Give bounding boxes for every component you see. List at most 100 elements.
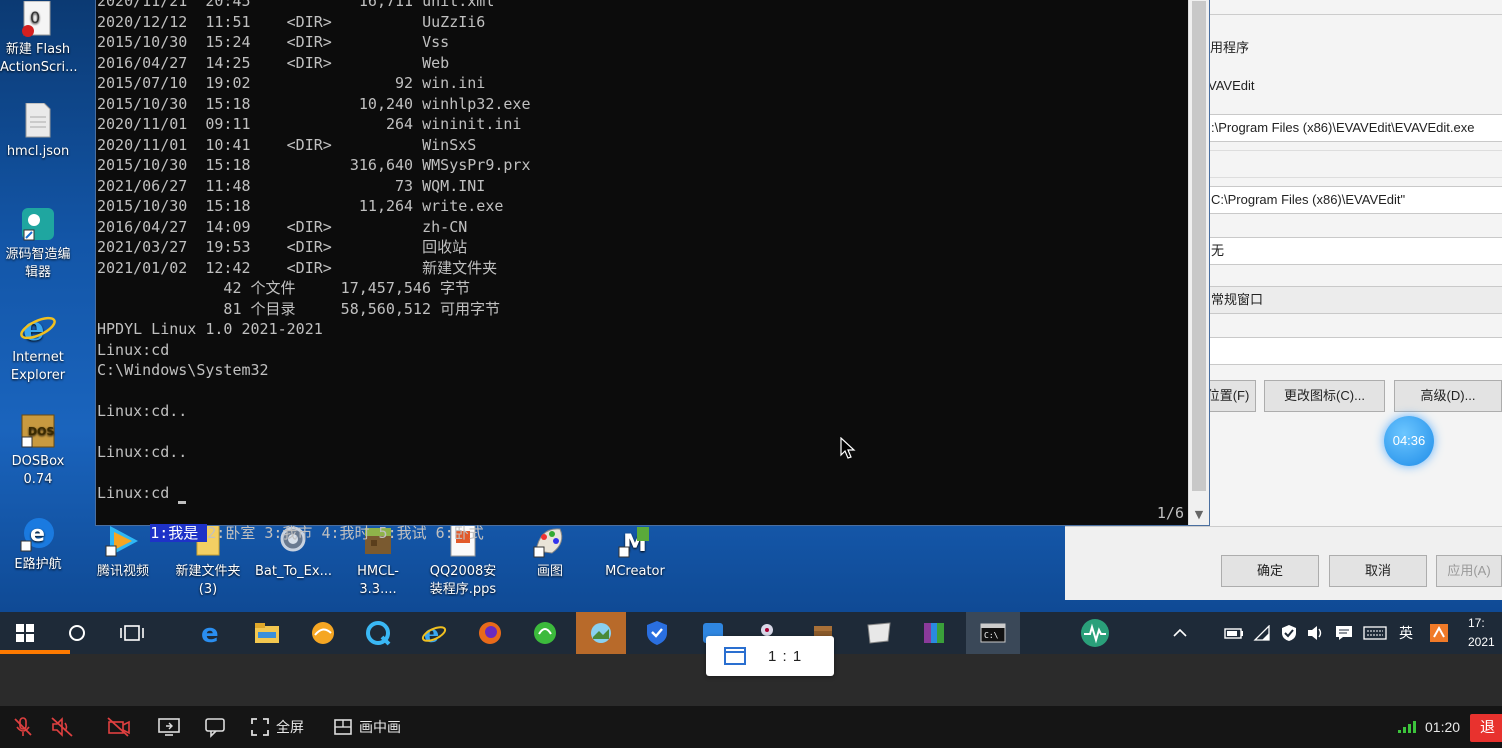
desktop-icon-label: MCreator xyxy=(605,564,665,579)
desktop-icon-hmcl-json[interactable]: hmcl.json xyxy=(0,102,76,161)
desktop-icon-source-editor[interactable]: 源码智造编辑器 xyxy=(0,205,76,282)
taskbar-security[interactable] xyxy=(632,612,682,654)
dialog-divider xyxy=(1208,14,1502,15)
mic-mute-button[interactable] xyxy=(12,706,34,748)
desktop-icon-paint[interactable]: 画图 xyxy=(512,522,588,581)
scrollbar-thumb[interactable] xyxy=(1192,1,1206,491)
advanced-button[interactable]: 高级(D)... xyxy=(1394,380,1502,412)
target-location-field[interactable] xyxy=(1208,150,1502,178)
svg-text:e: e xyxy=(30,522,45,547)
volume-icon[interactable] xyxy=(1303,612,1327,654)
source-editor-icon xyxy=(19,205,57,243)
ime-app-icon[interactable] xyxy=(1426,612,1452,654)
console-line: 2021/06/27 11:48 73 WQM.INI xyxy=(97,176,486,195)
desktop-icon-mcreator[interactable]: M MCreator xyxy=(597,522,673,581)
svg-text:e: e xyxy=(201,620,219,646)
search-circle-icon xyxy=(69,625,85,641)
desktop-icon-label: E路护航 xyxy=(14,557,62,572)
console-output: 2020/11/21 20:45 16,711 unit.xml 2020/12/… xyxy=(96,0,1188,527)
ime-candidate-bar[interactable]: 1:我是 2:卧室 3:我市 4:我时 5:我试 6:卧式 1/6 xyxy=(96,504,1188,542)
fullscreen-button[interactable]: 全屏 xyxy=(250,706,304,748)
desktop-icon-e-guard[interactable]: e E路护航 xyxy=(0,515,76,574)
desktop-icon-ie[interactable]: e Internet Explorer xyxy=(0,308,76,385)
start-in-field[interactable]: C:\Program Files (x86)\EVAVEdit" xyxy=(1208,186,1502,214)
start-button[interactable] xyxy=(0,612,50,654)
search-button[interactable] xyxy=(52,612,102,654)
console-window[interactable]: 2020/11/21 20:45 16,711 unit.xml 2020/12/… xyxy=(95,0,1210,542)
desktop-icon-dosbox[interactable]: DOS DOSBox 0.74 xyxy=(0,412,76,489)
console-line: 2015/10/30 15:24 <DIR> Vss xyxy=(97,33,450,51)
comment-field[interactable] xyxy=(1208,337,1502,365)
console-line: HPDYL Linux 1.0 2021-2021 xyxy=(97,320,323,338)
taskbar-active-app[interactable] xyxy=(576,612,626,654)
window-icon xyxy=(724,647,746,665)
target-field[interactable]: :\Program Files (x86)\EVAVEdit\EVAVEdit.… xyxy=(1208,114,1502,142)
ime-candidate-list[interactable]: 2:卧室 3:我市 4:我时 5:我试 6:卧式 xyxy=(207,524,483,542)
change-icon-button[interactable]: 更改图标(C)... xyxy=(1264,380,1385,412)
taskbar-app-paper[interactable] xyxy=(854,612,904,654)
console-line: 2015/10/30 15:18 10,240 winhlp32.exe xyxy=(97,94,531,113)
session-duration: 01:20 xyxy=(1425,719,1461,735)
camera-off-button[interactable] xyxy=(106,706,132,748)
notification-icon[interactable] xyxy=(1332,612,1356,654)
apply-button[interactable]: 应用(A) xyxy=(1436,555,1502,587)
screen-share-button[interactable] xyxy=(157,706,181,748)
run-mode-select[interactable]: 常规窗口 xyxy=(1208,286,1502,314)
ok-button[interactable]: 确定 xyxy=(1221,555,1319,587)
console-line: 2016/04/27 14:25 <DIR> Web xyxy=(97,53,450,72)
console-line: 2021/03/27 19:53 <DIR> 回收站 xyxy=(97,238,468,256)
taskbar-ie[interactable]: e xyxy=(409,612,459,654)
speaker-mute-button[interactable] xyxy=(50,706,74,748)
cancel-button[interactable]: 取消 xyxy=(1329,555,1427,587)
taskbar-app-orange[interactable] xyxy=(298,612,348,654)
taskbar-file-explorer[interactable] xyxy=(242,612,292,654)
paper-app-icon xyxy=(867,622,891,644)
taskbar-firefox[interactable] xyxy=(465,612,515,654)
ime-page-indicator: 1/6 xyxy=(1156,504,1184,522)
pip-button[interactable]: 画中画 xyxy=(333,706,401,748)
ime-candidate-selected[interactable]: 1:我是 xyxy=(150,524,208,542)
shortcut-key-field[interactable]: 无 xyxy=(1208,237,1502,265)
task-view-button[interactable] xyxy=(107,612,157,654)
console-scrollbar[interactable]: ▼ xyxy=(1188,0,1209,525)
wifi-icon[interactable] xyxy=(1250,612,1274,654)
exit-button[interactable]: 退 xyxy=(1470,714,1502,742)
clock-time: 17: xyxy=(1468,616,1485,630)
camera-off-icon xyxy=(107,717,130,737)
recording-timer[interactable]: 04:36 xyxy=(1384,416,1434,466)
ime-language-indicator[interactable]: 英 xyxy=(1394,612,1418,654)
taskbar-browser-q[interactable] xyxy=(353,612,403,654)
console-icon: C:\ xyxy=(980,623,1006,643)
console-line: 2015/10/30 15:18 316,640 WMSysPr9.prx xyxy=(97,156,531,174)
chat-button[interactable] xyxy=(203,706,227,748)
desktop-icon-flash[interactable]: 0 新建 Flash ActionScri... xyxy=(0,0,77,77)
console-line: Linux:cd.. xyxy=(97,443,188,461)
svg-text:0: 0 xyxy=(30,8,40,27)
desktop-icon-label: Internet Explorer xyxy=(10,350,66,383)
edge-icon: e xyxy=(201,620,219,646)
tray-expand-icon[interactable] xyxy=(1168,612,1192,654)
dosbox-icon: DOS xyxy=(19,412,57,450)
desktop-icon-label: hmcl.json xyxy=(6,144,70,159)
console-line: 2020/11/01 10:41 <DIR> WinSxS xyxy=(97,135,477,154)
taskbar-app-winrar[interactable] xyxy=(909,612,959,654)
aspect-ratio-toggle[interactable]: 1 : 1 xyxy=(706,636,834,676)
scroll-down-icon[interactable]: ▼ xyxy=(1192,508,1206,522)
taskbar-monitor-app[interactable] xyxy=(1070,612,1120,654)
archive-icon xyxy=(924,623,944,643)
activity-monitor-icon xyxy=(1081,619,1109,647)
file-explorer-icon xyxy=(255,623,279,643)
taskbar-edge[interactable]: e xyxy=(187,612,237,654)
console-line: 2015/07/10 19:02 92 win.ini xyxy=(97,74,486,92)
security-tray-icon[interactable] xyxy=(1278,612,1300,654)
taskbar-green-app[interactable] xyxy=(520,612,570,654)
taskbar-console[interactable]: C:\ xyxy=(966,612,1020,654)
taskbar-clock[interactable]: 17: 2021 xyxy=(1468,614,1495,652)
player-control-bar: 全屏 画中画 01:20 xyxy=(0,706,1502,748)
fullscreen-label: 全屏 xyxy=(276,719,304,735)
keyboard-icon[interactable] xyxy=(1360,612,1390,654)
battery-icon[interactable] xyxy=(1222,612,1246,654)
desktop-icon-label: 画图 xyxy=(536,564,563,579)
screen-share-icon xyxy=(158,718,180,736)
